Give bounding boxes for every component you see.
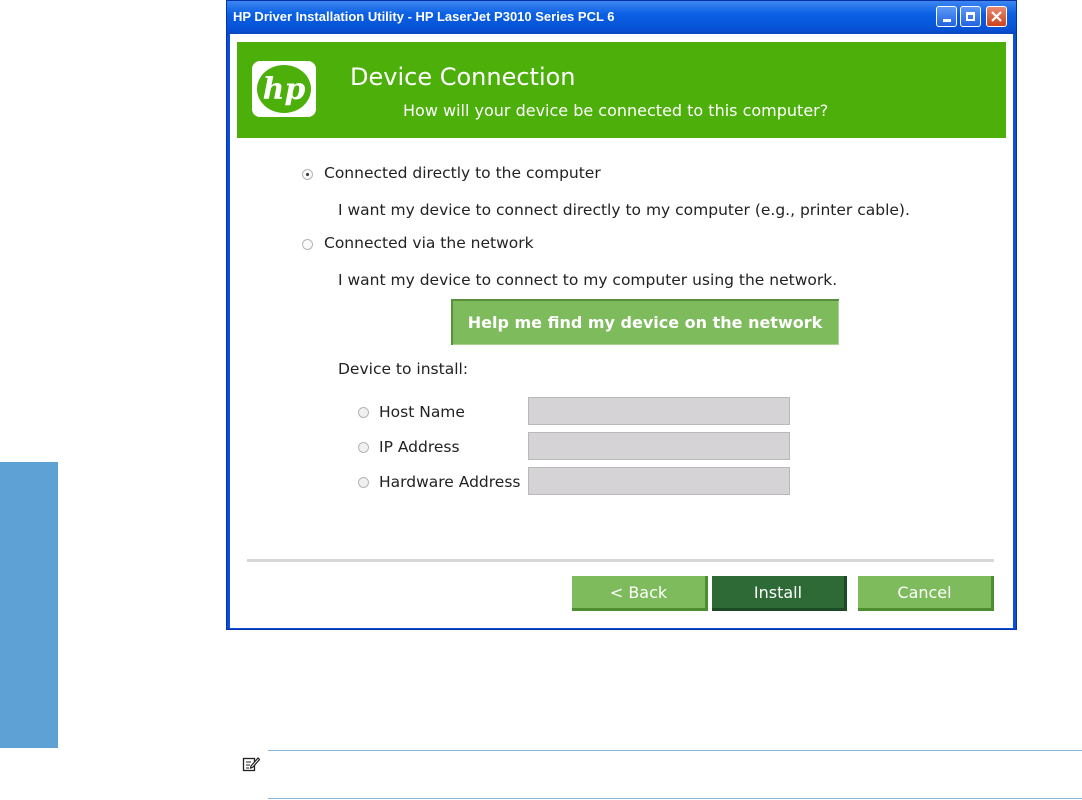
- network-connection-description: I want my device to connect to my comput…: [338, 271, 838, 289]
- page-title: Device Connection: [350, 63, 576, 91]
- minimize-button[interactable]: [936, 6, 957, 27]
- device-to-install-heading: Device to install:: [338, 360, 469, 378]
- window-title: HP Driver Installation Utility - HP Lase…: [233, 9, 615, 24]
- maximize-icon: [966, 12, 975, 21]
- side-tab: [0, 462, 58, 748]
- network-connection-label[interactable]: Connected via the network: [324, 234, 534, 252]
- direct-connection-label[interactable]: Connected directly to the computer: [324, 164, 601, 182]
- header-banner: hp Device Connection How will your devic…: [237, 42, 1006, 138]
- direct-connection-description: I want my device to connect directly to …: [338, 201, 910, 219]
- find-device-button[interactable]: Help me find my device on the network: [451, 299, 839, 345]
- ip-address-radio[interactable]: [358, 442, 369, 453]
- network-connection-radio[interactable]: [302, 239, 313, 250]
- host-name-radio[interactable]: [358, 407, 369, 418]
- hardware-address-input[interactable]: [528, 467, 790, 495]
- hardware-address-radio[interactable]: [358, 477, 369, 488]
- direct-connection-radio[interactable]: [302, 169, 313, 180]
- page-subtitle: How will your device be connected to thi…: [403, 101, 829, 120]
- installer-window: HP Driver Installation Utility - HP Lase…: [226, 0, 1017, 630]
- close-button[interactable]: [986, 6, 1007, 27]
- hp-logo-mark: hp: [257, 65, 311, 113]
- host-name-input[interactable]: [528, 397, 790, 425]
- host-name-label[interactable]: Host Name: [379, 403, 465, 421]
- install-button[interactable]: Install: [712, 576, 847, 611]
- maximize-button[interactable]: [960, 6, 981, 27]
- footer-divider: [247, 559, 994, 562]
- hp-logo: hp: [252, 61, 316, 117]
- note-icon: [242, 757, 260, 772]
- note-top-rule: [268, 750, 1082, 751]
- title-bar[interactable]: HP Driver Installation Utility - HP Lase…: [227, 1, 1016, 34]
- close-icon: [991, 11, 1002, 22]
- hardware-address-label[interactable]: Hardware Address: [379, 473, 521, 491]
- ip-address-label[interactable]: IP Address: [379, 438, 460, 456]
- cancel-button[interactable]: Cancel: [858, 576, 994, 611]
- note-bottom-rule: [268, 798, 1082, 799]
- dialog-body: hp Device Connection How will your devic…: [230, 34, 1013, 628]
- back-button[interactable]: < Back: [572, 576, 708, 611]
- ip-address-input[interactable]: [528, 432, 790, 460]
- minimize-icon: [942, 19, 951, 22]
